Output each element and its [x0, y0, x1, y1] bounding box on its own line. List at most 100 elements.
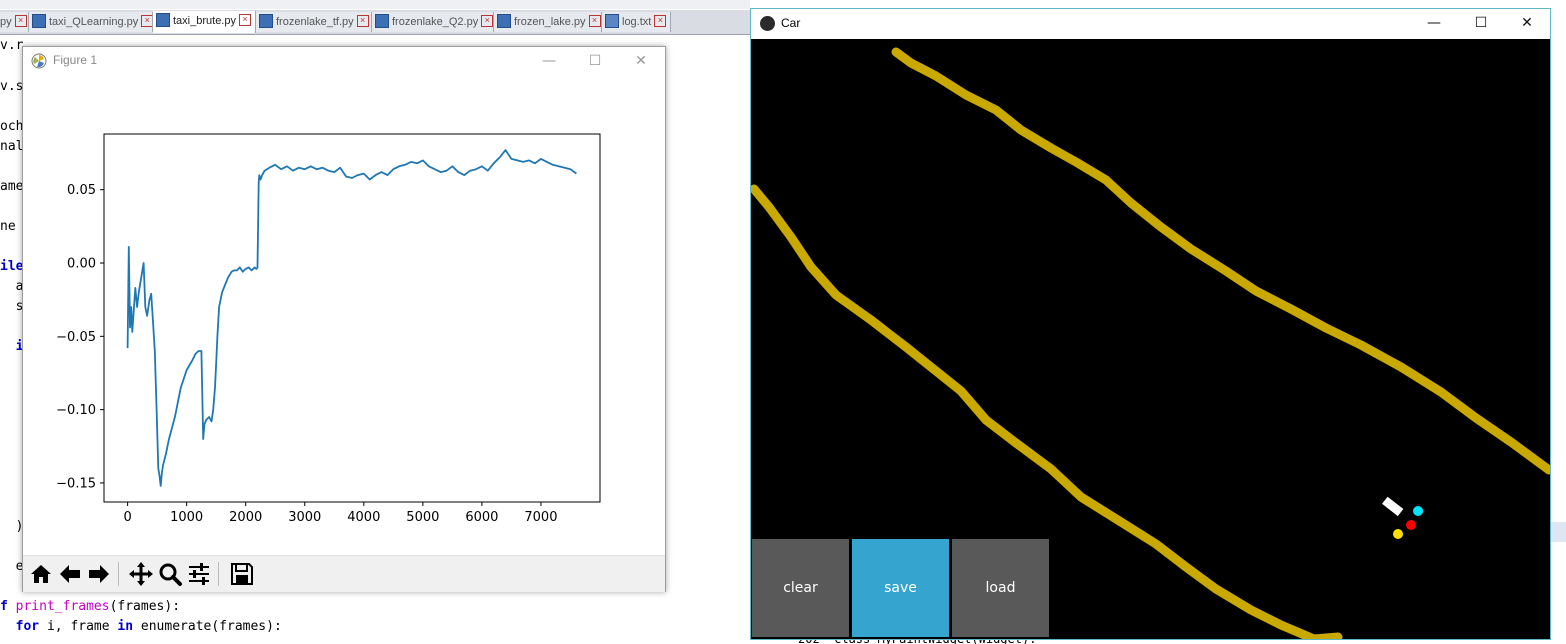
load-button[interactable]: load — [952, 539, 1049, 637]
code-line: i — [0, 339, 24, 354]
editor-toolbar-strip — [0, 0, 750, 9]
home-icon[interactable] — [27, 560, 55, 588]
x-tick-label: 0 — [123, 510, 131, 525]
y-tick-label: −0.15 — [56, 476, 96, 491]
close-icon[interactable]: × — [588, 15, 601, 28]
plot-frame — [103, 133, 601, 503]
x-tick-label: 5000 — [406, 510, 439, 525]
code-line: s — [0, 299, 24, 314]
sliders-icon[interactable] — [185, 560, 213, 588]
tab-label: frozen_lake.py — [514, 16, 586, 28]
def-keyword: f — [0, 599, 8, 614]
for-vars: i, frame — [39, 619, 118, 634]
python-file-icon — [375, 14, 389, 29]
for-keyword: for — [15, 619, 40, 634]
tab-frozenlake-q2[interactable]: frozenlake_Q2.py × — [372, 12, 494, 32]
x-axis: 0 1000 2000 3000 4000 5000 6000 7000 — [123, 502, 557, 525]
code-line: och — [0, 119, 24, 134]
text-file-icon — [605, 14, 619, 29]
sensor-yellow — [1393, 529, 1403, 539]
python-file-icon — [32, 14, 46, 29]
tab-frozen-lake[interactable]: frozen_lake.py × — [494, 12, 602, 32]
car-window[interactable]: Car — ☐ ✕ clear save load — [750, 8, 1551, 640]
x-tick-label: 3000 — [288, 510, 321, 525]
code-line: nal — [0, 139, 24, 154]
figure-toolbar — [23, 555, 665, 592]
tab-label: py — [0, 16, 12, 28]
clear-button[interactable]: clear — [752, 539, 849, 637]
toolbar-separator — [218, 562, 219, 586]
for-rest: enumerate(frames): — [133, 619, 282, 634]
minimize-button[interactable]: — — [1411, 9, 1457, 38]
function-name: print_frames — [15, 599, 110, 614]
tab-label: taxi_QLearning.py — [49, 16, 139, 28]
x-tick-label: 2000 — [229, 510, 262, 525]
tab-taxi-brute[interactable]: taxi_brute.py × — [153, 11, 256, 33]
zoom-icon[interactable] — [156, 560, 184, 588]
minimize-button[interactable]: — — [527, 47, 571, 75]
plot-axes — [103, 133, 601, 503]
car-titlebar[interactable]: Car — ☐ ✕ — [751, 9, 1550, 38]
matplotlib-icon — [31, 53, 47, 69]
maximize-button[interactable]: ☐ — [1458, 9, 1504, 38]
code-line: v.s — [0, 79, 24, 94]
y-tick-label: −0.05 — [56, 330, 96, 345]
y-tick-label: 0.00 — [67, 257, 96, 272]
editor-right-edge — [1550, 30, 1566, 644]
python-file-icon — [156, 13, 170, 28]
editor-line-highlight — [1550, 522, 1566, 542]
close-icon[interactable]: × — [14, 15, 27, 28]
close-icon[interactable]: × — [356, 15, 369, 28]
figure-title: Figure 1 — [53, 53, 98, 67]
close-icon[interactable]: × — [238, 14, 251, 27]
tab-taxi-qlearning[interactable]: taxi_QLearning.py × — [29, 12, 153, 32]
in-keyword: in — [117, 619, 134, 634]
code-line: a — [0, 279, 24, 294]
figure-titlebar[interactable]: Figure 1 — ☐ ✕ — [23, 47, 665, 75]
close-icon[interactable]: × — [654, 15, 667, 28]
code-line: ne — [0, 219, 24, 234]
close-button[interactable]: ✕ — [619, 47, 663, 75]
car-title: Car — [781, 16, 801, 30]
tab-py[interactable]: py × — [0, 12, 29, 32]
code-line: ame — [0, 179, 24, 194]
code-line-for: for i, frame in enumerate(frames): — [0, 619, 282, 634]
close-icon[interactable]: × — [481, 15, 493, 28]
python-file-icon — [259, 14, 273, 29]
close-button[interactable]: ✕ — [1504, 9, 1550, 38]
code-line: ) — [0, 519, 24, 534]
y-tick-label: −0.10 — [56, 403, 96, 418]
toolbar-separator — [118, 562, 119, 586]
pan-icon[interactable] — [127, 560, 155, 588]
python-file-icon — [497, 14, 511, 29]
tab-label: taxi_brute.py — [173, 15, 236, 27]
code-line: e — [0, 559, 24, 574]
sensor-cyan — [1413, 506, 1423, 516]
tab-label: frozenlake_tf.py — [276, 16, 354, 28]
plot-canvas[interactable]: 0 1000 2000 3000 4000 5000 6000 7000 −0.15 −0.10… — [23, 75, 665, 555]
x-tick-label: 7000 — [524, 510, 557, 525]
x-tick-label: 4000 — [347, 510, 380, 525]
arrow-left-icon[interactable] — [56, 560, 84, 588]
x-tick-label: 1000 — [170, 510, 203, 525]
tab-label: log.txt — [622, 16, 652, 28]
x-tick-label: 6000 — [465, 510, 498, 525]
sensor-red — [1406, 520, 1416, 530]
close-icon[interactable]: × — [141, 15, 152, 28]
maximize-button[interactable]: ☐ — [573, 47, 617, 75]
code-line-def: f print_frames(frames): — [0, 599, 180, 614]
figure-window[interactable]: Figure 1 — ☐ ✕ 0 1000 2000 3000 4000 5000 6000… — [22, 46, 666, 592]
tab-log-txt[interactable]: log.txt × — [602, 12, 671, 32]
editor-tab-bar: py × taxi_QLearning.py × taxi_brute.py × fr… — [0, 10, 750, 35]
y-axis: −0.15 −0.10 −0.05 0.00 0.05 — [56, 183, 104, 491]
def-signature: (frames): — [109, 599, 181, 614]
kivy-icon — [760, 16, 775, 31]
code-line: ile — [0, 259, 24, 274]
save-button[interactable]: save — [852, 539, 949, 637]
tab-label: frozenlake_Q2.py — [392, 16, 479, 28]
y-tick-label: 0.05 — [67, 183, 96, 198]
arrow-right-icon[interactable] — [85, 560, 113, 588]
tab-frozenlake-tf[interactable]: frozenlake_tf.py × — [256, 12, 372, 32]
code-line: v.r — [0, 38, 24, 53]
save-icon[interactable] — [228, 560, 256, 588]
